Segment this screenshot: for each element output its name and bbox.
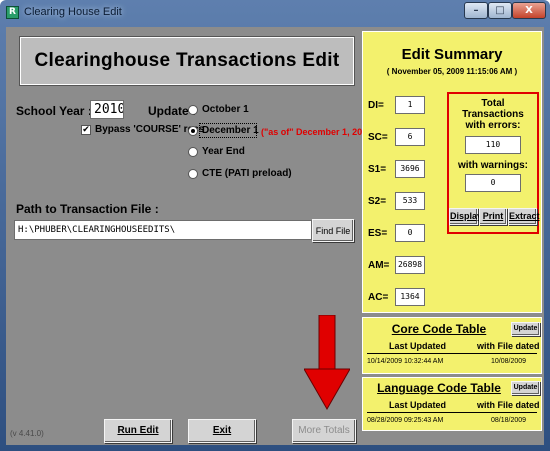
core-last-updated-value: 10/14/2009 10:32:44 AM xyxy=(367,358,444,365)
core-update-button[interactable]: Update xyxy=(511,322,540,336)
language-update-button[interactable]: Update xyxy=(511,381,540,395)
radio-october-1-label: October 1 xyxy=(202,104,249,115)
radio-year-end[interactable] xyxy=(188,147,198,157)
language-divider xyxy=(367,412,537,413)
language-last-updated-label: Last Updated xyxy=(389,400,447,410)
more-totals-button[interactable]: More Totals xyxy=(292,419,356,443)
page-title: Clearinghouse Transactions Edit xyxy=(34,50,340,71)
school-year-label: School Year : xyxy=(16,104,92,118)
path-label: Path to Transaction File : xyxy=(16,202,159,216)
radio-year-end-label: Year End xyxy=(202,146,245,157)
core-last-updated-label: Last Updated xyxy=(389,341,447,351)
display-button[interactable]: Display xyxy=(449,208,482,225)
count-label-di: DI= xyxy=(368,100,384,111)
minimize-button[interactable]: – xyxy=(464,2,488,19)
edit-summary-title: Edit Summary xyxy=(401,46,503,63)
count-value-ac: 1364 xyxy=(395,288,425,306)
window-title: Clearing House Edit xyxy=(24,6,122,18)
radio-october-1[interactable] xyxy=(188,105,198,115)
print-button[interactable]: Print xyxy=(479,208,507,225)
language-last-updated-value: 08/28/2009 09:25:43 AM xyxy=(367,417,444,424)
radio-cte-pati[interactable] xyxy=(188,169,198,179)
totals-errors-label: Total Transactions with errors: xyxy=(462,98,524,131)
core-file-dated-value: 10/08/2009 xyxy=(491,358,527,365)
language-code-table-panel: Language Code Table Update Last Updated … xyxy=(362,377,542,431)
language-file-dated-label: with File dated xyxy=(477,400,540,410)
red-arrow-annotation xyxy=(304,315,350,411)
count-label-es: ES= xyxy=(368,228,388,239)
extract-button[interactable]: Extract xyxy=(508,208,540,225)
count-label-s1: S1= xyxy=(368,164,387,175)
count-value-di: 1 xyxy=(395,96,425,114)
count-value-s2: 533 xyxy=(395,192,425,210)
title-bar[interactable]: R Clearing House Edit – □ X xyxy=(0,0,550,26)
language-code-table-title: Language Code Table xyxy=(377,381,501,395)
count-label-ac: AC= xyxy=(368,292,389,303)
find-file-button[interactable]: Find File xyxy=(312,219,354,242)
radio-december-1-label: December 1 xyxy=(202,125,259,136)
count-label-sc: SC= xyxy=(368,132,388,143)
count-label-s2: S2= xyxy=(368,196,387,207)
exit-button[interactable]: Exit xyxy=(188,419,256,443)
edit-summary-date: ( November 05, 2009 11:15:06 AM ) xyxy=(386,67,518,76)
errors-count: 110 xyxy=(465,136,521,154)
radio-cte-pati-label: CTE (PATI preload) xyxy=(202,168,292,179)
core-code-table-panel: Core Code Table Update Last Updated with… xyxy=(362,317,542,374)
maximize-button[interactable]: □ xyxy=(488,2,512,19)
path-input[interactable]: H:\PHUBER\CLEARINGHOUSEEDITS\ xyxy=(14,220,312,240)
count-value-am: 26898 xyxy=(395,256,425,274)
app-icon: R xyxy=(6,6,19,19)
version-label: (v 4.41.0) xyxy=(10,429,44,438)
as-of-note: ("as of" December 1, 2009) xyxy=(261,127,376,137)
app-window: R Clearing House Edit – □ X Clearinghous… xyxy=(0,0,550,451)
radio-december-1[interactable] xyxy=(188,126,198,136)
warnings-count: 0 xyxy=(465,174,521,192)
school-year-input[interactable]: 2010 xyxy=(90,100,124,119)
totals-box: Total Transactions with errors: 110 with… xyxy=(447,92,540,234)
core-code-table-title: Core Code Table xyxy=(391,322,487,336)
edit-summary-panel: Edit Summary ( November 05, 2009 11:15:0… xyxy=(362,31,542,313)
run-edit-button[interactable]: Run Edit xyxy=(104,419,172,443)
warnings-label: with warnings: xyxy=(458,160,528,171)
count-label-am: AM= xyxy=(368,260,390,271)
language-file-dated-value: 08/18/2009 xyxy=(491,417,527,424)
client-area: Clearinghouse Transactions Edit School Y… xyxy=(6,27,544,445)
core-divider xyxy=(367,353,537,354)
close-button[interactable]: X xyxy=(512,2,546,19)
count-value-s1: 3696 xyxy=(395,160,425,178)
header-panel: Clearinghouse Transactions Edit xyxy=(19,36,355,86)
bypass-course-checkbox[interactable]: ✔ xyxy=(81,125,91,135)
count-value-es: 0 xyxy=(395,224,425,242)
core-file-dated-label: with File dated xyxy=(477,341,540,351)
count-value-sc: 6 xyxy=(395,128,425,146)
